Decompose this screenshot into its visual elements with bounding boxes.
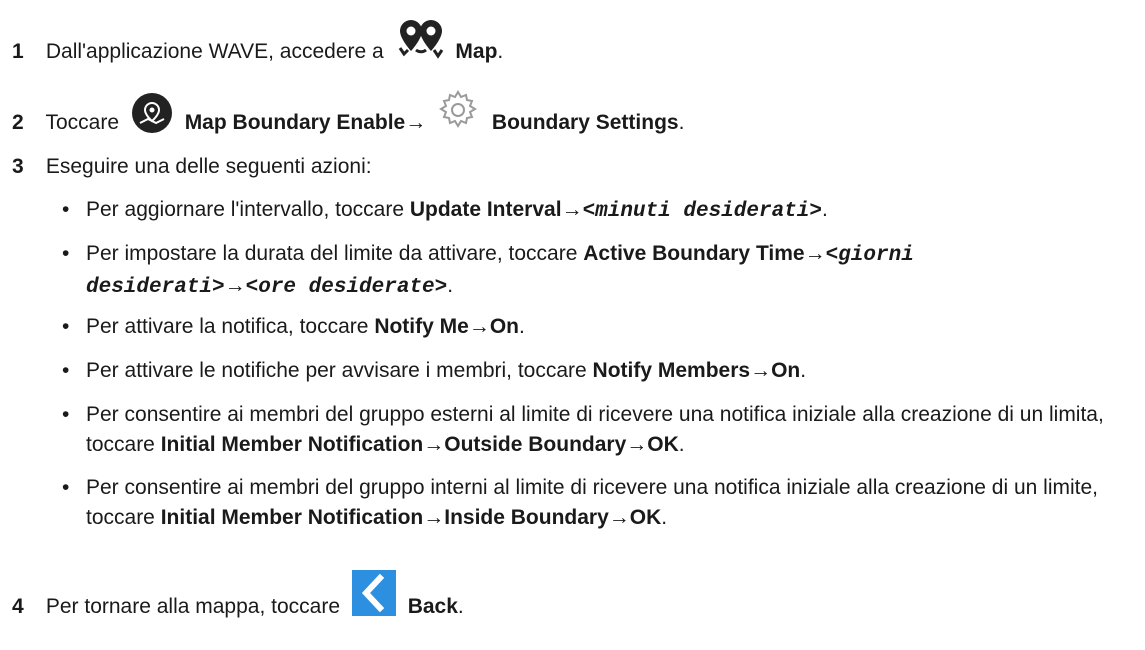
- punctuation: .: [678, 433, 685, 456]
- bullet-pre: Per impostare la durata del limite da at…: [86, 242, 584, 265]
- bullet-pre: Per aggiornare l'intervallo, toccare: [86, 198, 410, 221]
- step-text: Dall'applicazione WAVE, accedere a: [45, 40, 384, 63]
- step-text: Toccare: [45, 111, 119, 134]
- bullet-dot: •: [62, 403, 70, 426]
- list-item: • Per attivare le notifiche per avvisare…: [62, 356, 1132, 386]
- bullet-dot: •: [62, 476, 70, 499]
- punctuation: .: [678, 111, 685, 134]
- punctuation: .: [800, 359, 807, 382]
- bullet-bold: Update Interval: [409, 198, 562, 221]
- bullet-bold: Initial Member Notification: [160, 506, 424, 529]
- step-4: 4 Per tornare alla mappa, toccare Back.: [12, 570, 464, 619]
- gear-icon: [436, 88, 480, 132]
- bullet-mono: <minuti desiderati>: [582, 200, 823, 223]
- bullet-bold: On: [489, 315, 519, 338]
- arrow: →: [468, 315, 490, 338]
- list-item: • Per consentire ai membri del gruppo es…: [62, 400, 1132, 460]
- bullet-pre: Per attivare la notifica, toccare: [86, 315, 375, 338]
- step-number: 2: [12, 111, 24, 134]
- bullet-bold: OK: [647, 433, 679, 456]
- list-item: • Per consentire ai membri del gruppo in…: [62, 473, 1132, 533]
- punctuation: .: [661, 506, 668, 529]
- step-2: 2 Toccare Map Boundary Enable→ Boundary …: [12, 90, 685, 135]
- step-number: 4: [12, 595, 24, 618]
- list-item: • Per aggiornare l'intervallo, toccare U…: [62, 195, 1132, 227]
- list-item: • Per attivare la notifica, toccare Noti…: [62, 312, 1132, 342]
- punctuation: .: [518, 315, 525, 338]
- bullet-text: Per consentire ai membri del gruppo este…: [86, 400, 1132, 460]
- arrow: →: [608, 506, 630, 529]
- arrow: →: [626, 433, 648, 456]
- bullet-pre: Per attivare le notifiche per avvisare i…: [86, 359, 593, 382]
- bullet-bold: Inside Boundary: [444, 506, 609, 529]
- bullet-dot: •: [62, 198, 70, 221]
- step-number: 1: [12, 40, 24, 63]
- bullet-bold: Notify Me: [374, 315, 469, 338]
- arrow: →: [750, 359, 772, 382]
- step-3: 3 Eseguire una delle seguenti azioni:: [12, 155, 372, 179]
- bullet-bold: Active Boundary Time: [583, 242, 805, 265]
- bullet-bold: OK: [629, 506, 662, 529]
- bullet-text: Per attivare la notifica, toccare Notify…: [86, 312, 1132, 342]
- bullet-bold: Outside Boundary: [444, 433, 627, 456]
- arrow: →: [423, 433, 445, 456]
- map-label: Map: [455, 40, 498, 63]
- punctuation: .: [822, 198, 828, 221]
- bullet-text: Per attivare le notifiche per avvisare i…: [86, 356, 1132, 386]
- list-item: • Per impostare la durata del limite da …: [62, 239, 1132, 303]
- punctuation: .: [497, 40, 504, 63]
- punctuation: .: [447, 274, 454, 297]
- bullet-dot: •: [62, 242, 70, 265]
- map-pins-icon: [396, 18, 446, 64]
- arrow: →: [561, 198, 583, 221]
- step-1: 1 Dall'applicazione WAVE, accedere a Map…: [12, 20, 504, 64]
- boundary-settings-label: Boundary Settings: [491, 111, 679, 134]
- step-text: Eseguire una delle seguenti azioni:: [45, 155, 372, 178]
- bullet-bold: Initial Member Notification: [160, 433, 424, 456]
- arrow: →: [804, 242, 826, 265]
- bullet-text: Per impostare la durata del limite da at…: [86, 239, 1132, 303]
- bullet-text: Per consentire ai membri del gruppo inte…: [86, 473, 1132, 533]
- bullet-bold: Notify Members: [592, 359, 751, 382]
- back-label: Back: [407, 595, 458, 618]
- bullet-dot: •: [62, 359, 70, 382]
- step-number: 3: [12, 155, 24, 178]
- map-boundary-enable-label: Map Boundary Enable: [184, 111, 406, 134]
- bullet-text: Per aggiornare l'intervallo, toccare Upd…: [86, 195, 1132, 227]
- map-boundary-icon: [131, 92, 173, 134]
- bullet-dot: •: [62, 315, 70, 338]
- bullet-mono: <ore desiderate>: [245, 276, 448, 299]
- punctuation: .: [457, 595, 464, 618]
- arrow: →: [224, 274, 246, 297]
- step-text: Per tornare alla mappa, toccare: [45, 595, 340, 618]
- back-chevron-icon: [351, 570, 396, 617]
- arrow: →: [423, 506, 445, 529]
- bullet-bold: On: [771, 359, 801, 382]
- arrow: →: [405, 111, 427, 134]
